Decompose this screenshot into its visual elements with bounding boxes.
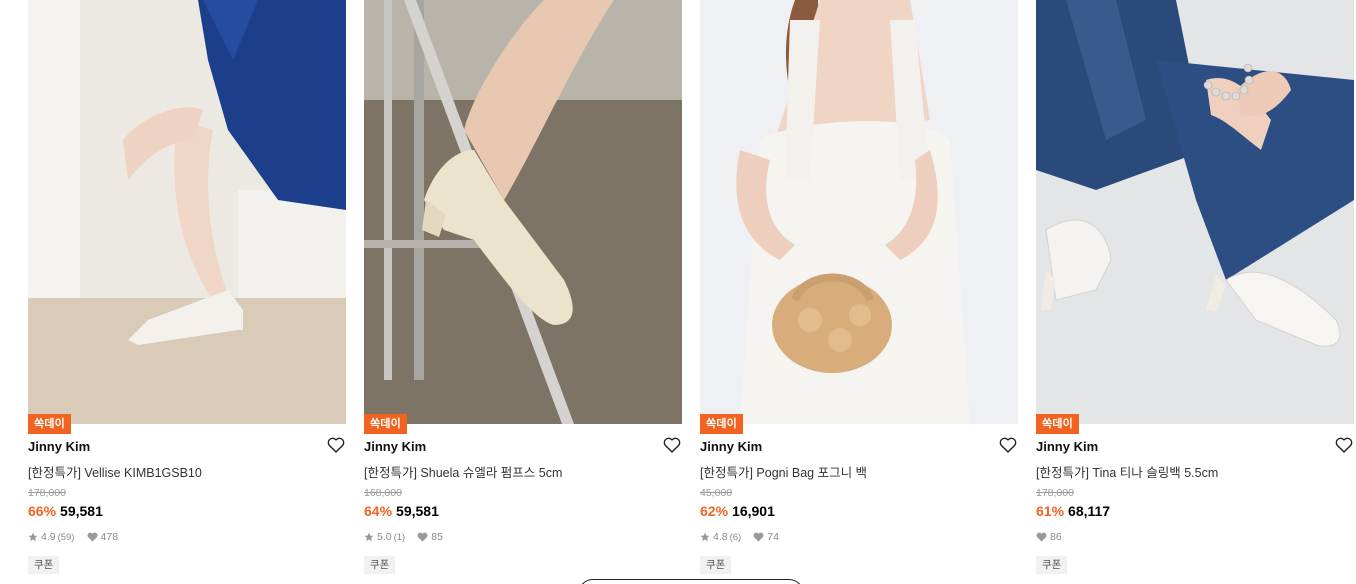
sale-price: 59,581 <box>60 503 103 519</box>
coupon-tag: 쿠폰 <box>1036 556 1068 574</box>
discount-rate: 62% <box>700 503 729 519</box>
star-icon <box>28 532 38 542</box>
product-meta: 4.8 (6) 74 <box>700 531 779 543</box>
product-card[interactable]: 쏙데이 Jinny Kim [한정특가] Tina 티나 슬링백 5.5cm 1… <box>1036 0 1354 584</box>
product-photo-icon <box>364 0 682 424</box>
heart-count-icon <box>753 532 764 542</box>
original-price: 178,000 <box>1036 487 1074 499</box>
product-meta: 5.0 (1) 85 <box>364 531 443 543</box>
product-image[interactable] <box>28 0 346 424</box>
like-count: 478 <box>100 531 119 543</box>
product-meta: 4.9 (59) 478 <box>28 531 118 543</box>
product-photo-icon <box>28 0 346 424</box>
original-price: 168,000 <box>364 487 402 499</box>
discount-rate: 61% <box>1036 503 1065 519</box>
sale-day-badge: 쏙데이 <box>364 414 407 434</box>
like-count: 74 <box>767 531 779 543</box>
price-line: 64% 59,581 <box>364 503 439 519</box>
brand-name[interactable]: Jinny Kim <box>1036 439 1098 454</box>
coupon-tag: 쿠폰 <box>28 556 60 574</box>
wishlist-heart-icon[interactable] <box>326 435 346 455</box>
heart-count-icon <box>417 532 428 542</box>
wishlist-heart-icon[interactable] <box>662 435 682 455</box>
product-card[interactable]: 쏙데이 Jinny Kim [한정특가] Shuela 슈엘라 펌프스 5cm … <box>364 0 682 584</box>
sale-price: 16,901 <box>732 503 775 519</box>
brand-name[interactable]: Jinny Kim <box>700 439 762 454</box>
like-count: 86 <box>1050 531 1062 543</box>
review-count: (1) <box>393 531 406 543</box>
review-count: (59) <box>57 531 75 543</box>
product-grid: 쏙데이 Jinny Kim [한정특가] Vellise KIMB1GSB10 … <box>0 0 1356 584</box>
product-photo-icon <box>700 0 1018 424</box>
rating-value: 4.9 <box>41 531 56 543</box>
review-count: (6) <box>729 531 742 543</box>
sale-day-badge: 쏙데이 <box>28 414 71 434</box>
product-name[interactable]: [한정특가] Vellise KIMB1GSB10 <box>28 462 202 481</box>
sale-price: 68,117 <box>1068 503 1111 519</box>
product-meta: 86 <box>1036 531 1062 543</box>
load-more-button[interactable] <box>578 579 804 584</box>
product-image[interactable] <box>700 0 1018 424</box>
product-photo-icon <box>1036 0 1354 424</box>
brand-name[interactable]: Jinny Kim <box>28 439 90 454</box>
wishlist-heart-icon[interactable] <box>1334 435 1354 455</box>
discount-rate: 64% <box>364 503 393 519</box>
coupon-tag: 쿠폰 <box>700 556 732 574</box>
star-icon <box>364 532 374 542</box>
star-icon <box>700 532 710 542</box>
original-price: 45,000 <box>700 487 733 499</box>
original-price: 178,000 <box>28 487 66 499</box>
heart-count-icon <box>1036 532 1047 542</box>
sale-day-badge: 쏙데이 <box>700 414 743 434</box>
product-name[interactable]: [한정특가] Pogni Bag 포그니 백 <box>700 462 867 481</box>
product-name[interactable]: [한정특가] Tina 티나 슬링백 5.5cm <box>1036 462 1218 481</box>
coupon-tag: 쿠폰 <box>364 556 396 574</box>
wishlist-heart-icon[interactable] <box>998 435 1018 455</box>
price-line: 62% 16,901 <box>700 503 775 519</box>
product-image[interactable] <box>364 0 682 424</box>
rating-value: 5.0 <box>377 531 392 543</box>
price-line: 66% 59,581 <box>28 503 103 519</box>
discount-rate: 66% <box>28 503 57 519</box>
product-name[interactable]: [한정특가] Shuela 슈엘라 펌프스 5cm <box>364 462 562 481</box>
rating-value: 4.8 <box>713 531 728 543</box>
heart-count-icon <box>87 532 98 542</box>
product-image[interactable] <box>1036 0 1354 424</box>
sale-day-badge: 쏙데이 <box>1036 414 1079 434</box>
sale-price: 59,581 <box>396 503 439 519</box>
product-card[interactable]: 쏙데이 Jinny Kim [한정특가] Pogni Bag 포그니 백 45,… <box>700 0 1018 584</box>
brand-name[interactable]: Jinny Kim <box>364 439 426 454</box>
product-card[interactable]: 쏙데이 Jinny Kim [한정특가] Vellise KIMB1GSB10 … <box>28 0 346 584</box>
price-line: 61% 68,117 <box>1036 503 1110 519</box>
like-count: 85 <box>431 531 443 543</box>
